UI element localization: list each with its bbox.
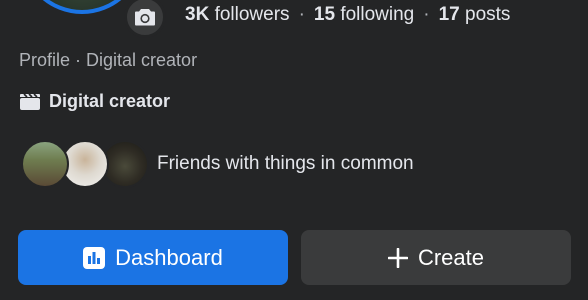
plus-icon [387,247,408,268]
stat-separator: · [423,4,430,25]
category-label: Digital creator [49,91,171,111]
dashboard-button[interactable]: Dashboard [18,230,288,285]
create-label: Create [417,244,485,270]
dashboard-label: Dashboard [115,244,223,270]
clapperboard-icon [20,92,40,110]
create-button[interactable]: Create [301,230,571,285]
camera-icon [135,9,155,26]
friend-avatar [21,140,69,188]
edit-avatar-button[interactable] [124,0,166,38]
profile-stats: 3K followers · 15 following · 17 posts [185,4,510,26]
stat-separator: · [298,4,305,25]
profile-subtitle: Profile · Digital creator [19,50,198,70]
posts-stat[interactable]: 17 posts [439,4,511,26]
friends-in-common[interactable]: Friends with things in common [21,138,414,190]
bar-chart-icon [83,246,106,269]
following-stat[interactable]: 15 following [314,4,414,26]
creator-category[interactable]: Digital creator [19,91,170,112]
friends-text: Friends with things in common [157,153,414,174]
followers-stat[interactable]: 3K followers [185,4,290,26]
